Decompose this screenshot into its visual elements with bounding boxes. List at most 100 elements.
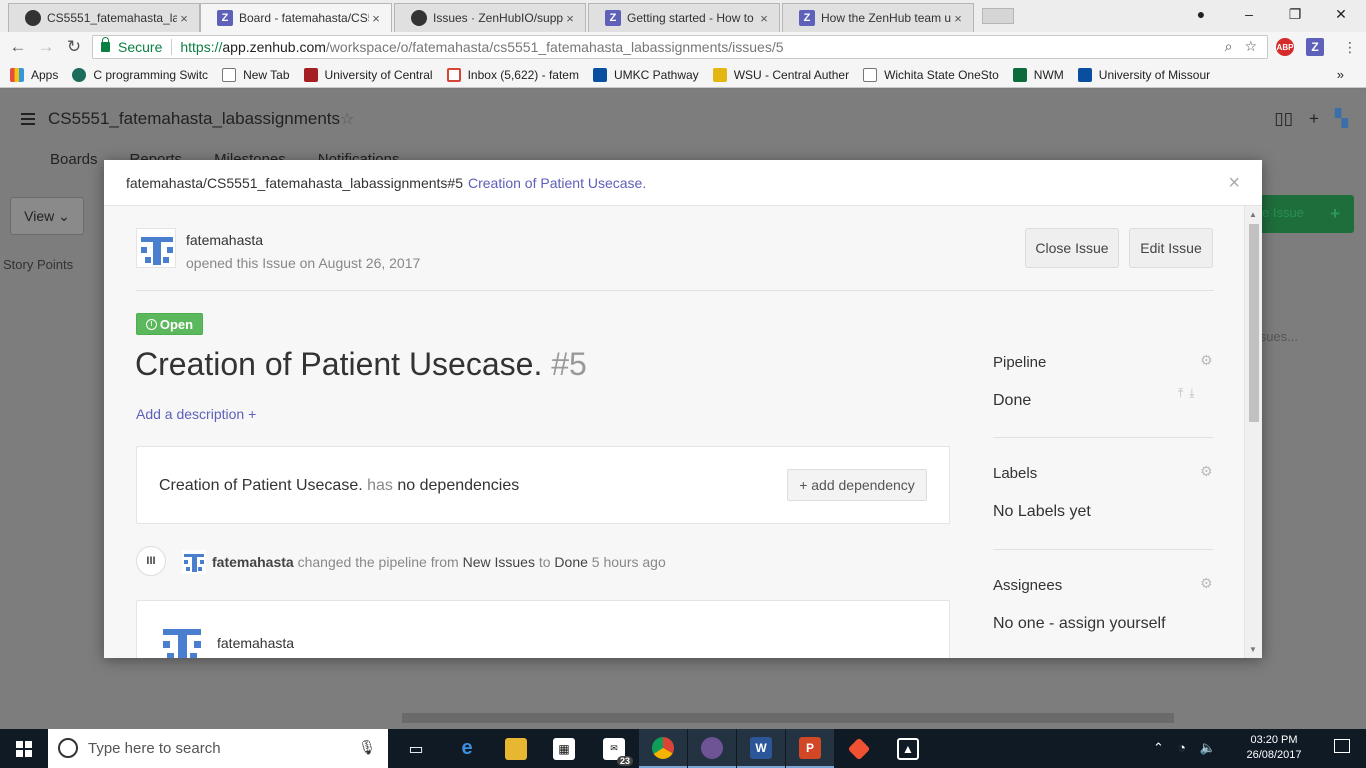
scroll-up-icon[interactable]: ▲ — [1249, 210, 1257, 219]
bookmark-nwm[interactable]: NWM — [1012, 67, 1064, 82]
gear-icon[interactable]: ⚙ — [1200, 463, 1213, 480]
address-bar[interactable]: Secure https://app.zenhub.com/workspace/… — [92, 35, 1268, 59]
zoom-icon[interactable]: ⌕ — [1225, 38, 1233, 55]
edge-browser-icon[interactable]: e — [443, 729, 491, 768]
star-icon[interactable]: ☆ — [340, 109, 354, 129]
action-center-icon[interactable] — [1334, 739, 1350, 753]
bookmark-new-tab[interactable]: New Tab — [222, 67, 290, 82]
store-icon[interactable]: ▦ — [540, 729, 588, 768]
github-desktop-icon[interactable] — [688, 729, 736, 768]
bookmark-wsu-onestop[interactable]: Wichita State OneSto — [863, 67, 999, 82]
bookmark-apps[interactable]: Apps — [10, 67, 58, 82]
windows-start-icon[interactable] — [16, 741, 32, 757]
close-icon[interactable]: × — [951, 11, 965, 26]
comment-author-avatar[interactable] — [159, 623, 205, 658]
bookmark-missouri[interactable]: University of Missour — [1077, 67, 1210, 82]
gear-icon[interactable]: ⚙ — [1200, 352, 1213, 369]
browser-tab-1[interactable]: CS5551_fatemahasta_lab × — [8, 3, 200, 32]
scroll-down-icon[interactable]: ▼ — [1249, 645, 1257, 654]
edit-issue-button[interactable]: Edit Issue — [1129, 228, 1213, 268]
close-issue-button[interactable]: Close Issue — [1025, 228, 1119, 268]
tab-boards[interactable]: Boards — [50, 151, 98, 168]
volume-icon[interactable]: 🔈 — [1200, 740, 1216, 756]
minimize-icon[interactable]: – — [1226, 0, 1272, 28]
system-clock[interactable]: 03:20 PM 26/08/2017 — [1234, 733, 1314, 763]
powerpoint-icon[interactable]: P — [786, 729, 834, 768]
user-avatar-icon[interactable]: ▚ — [1335, 109, 1348, 129]
plus-icon[interactable]: + — [1309, 109, 1319, 129]
dependencies-text: Creation of Patient Usecase. has no depe… — [159, 477, 519, 495]
close-icon[interactable]: × — [563, 11, 577, 26]
plus-icon: + — [1330, 204, 1340, 223]
mail-icon[interactable]: ✉ 23 — [590, 729, 638, 768]
pipeline-value[interactable]: Done — [993, 392, 1031, 410]
labels-label: Labels — [993, 465, 1038, 482]
add-dependency-button[interactable]: + add dependency — [787, 469, 927, 501]
lock-icon — [101, 37, 110, 52]
bookmark-label: Wichita State OneSto — [884, 67, 999, 82]
browser-tab-5[interactable]: Z How the ZenHub team u × — [782, 3, 974, 32]
close-icon[interactable]: × — [757, 11, 771, 26]
git-icon[interactable] — [835, 729, 883, 768]
bookmark-gmail[interactable]: Inbox (5,622) - fatem — [446, 67, 579, 82]
bookmarks-overflow-icon[interactable]: » — [1337, 67, 1344, 82]
comment-author[interactable]: fatemahasta — [217, 635, 294, 651]
issue-title-link[interactable]: Creation of Patient Usecase. — [468, 175, 646, 191]
browser-tab-3[interactable]: Issues · ZenHubIO/suppo × — [394, 3, 586, 32]
back-arrow-icon[interactable]: ← — [6, 36, 30, 58]
event-user[interactable]: fatemahasta — [212, 554, 294, 570]
bookmark-umkc[interactable]: UMKC Pathway — [592, 67, 699, 82]
assignees-value[interactable]: No one - assign yourself — [993, 615, 1166, 633]
chevron-up-icon[interactable]: ⌃ — [1153, 740, 1164, 756]
event-user-avatar[interactable] — [182, 550, 206, 574]
dependencies-panel: Creation of Patient Usecase. has no depe… — [136, 446, 950, 524]
close-icon[interactable]: × — [369, 11, 383, 26]
restore-icon[interactable]: ❐ — [1272, 0, 1318, 28]
issue-title-text: Creation of Patient Usecase. — [135, 346, 543, 382]
browser-toolbar: ← → ↻ Secure https://app.zenhub.com/work… — [0, 32, 1366, 62]
browser-tab-2[interactable]: Z Board - fatemahasta/CS5 × — [200, 3, 392, 32]
issue-breadcrumb[interactable]: fatemahasta/CS5551_fatemahasta_labassign… — [126, 175, 463, 191]
event-time: 5 hours ago — [591, 554, 666, 570]
bookmark-label: NWM — [1033, 67, 1064, 82]
menu-kebab-icon[interactable]: ⋮ — [1338, 36, 1362, 58]
forward-arrow-icon[interactable]: → — [34, 36, 58, 58]
browser-tab-4[interactable]: Z Getting started - How to × — [588, 3, 780, 32]
dependency-status: no dependencies — [397, 477, 520, 494]
adblock-extension-icon[interactable]: ABP — [1276, 38, 1294, 56]
bookmark-star-icon[interactable]: ☆ — [1244, 38, 1257, 55]
chrome-icon[interactable] — [639, 729, 687, 768]
move-top-bottom-icons[interactable]: ⤒⤓ — [1178, 386, 1201, 401]
scrollbar-thumb[interactable] — [1249, 224, 1259, 422]
gear-icon[interactable]: ⚙ — [1200, 575, 1213, 592]
add-description-link[interactable]: Add a description + — [136, 406, 256, 422]
hamburger-menu-icon[interactable] — [21, 113, 35, 115]
word-icon[interactable]: W — [737, 729, 785, 768]
pipeline-event-icon: III — [136, 546, 166, 576]
profile-icon[interactable]: ● — [1178, 0, 1224, 28]
bookmarks-bar: Apps C programming Switc New Tab Univers… — [0, 62, 1366, 88]
view-dropdown[interactable]: View ⌄ — [10, 197, 84, 235]
taskbar-search-box[interactable]: Type here to search 🎙 — [48, 729, 388, 768]
microphone-icon[interactable]: 🎙 — [358, 739, 376, 756]
book-icon[interactable]: ▯▯ — [1274, 109, 1293, 129]
bookmark-ucm[interactable]: University of Central — [303, 67, 433, 82]
horizontal-scrollbar[interactable] — [402, 713, 1174, 723]
close-icon[interactable]: × — [177, 11, 191, 26]
bookmark-c-programming[interactable]: C programming Switc — [72, 67, 208, 82]
modal-scrollbar[interactable]: ▲ ▼ — [1244, 206, 1262, 658]
issue-author[interactable]: fatemahasta — [186, 232, 263, 248]
reload-icon[interactable]: ↻ — [62, 36, 86, 58]
new-tab-button[interactable] — [982, 8, 1014, 24]
file-explorer-icon[interactable] — [492, 729, 540, 768]
zenhub-extension-icon[interactable]: Z — [1306, 38, 1324, 56]
network-icon[interactable]: ◔ — [1178, 740, 1186, 756]
modal-close-icon[interactable]: × — [1228, 172, 1240, 195]
modal-header: fatemahasta/CS5551_fatemahasta_labassign… — [104, 160, 1262, 206]
photos-icon[interactable]: ▲ — [884, 729, 932, 768]
task-view-icon[interactable]: ▭ — [392, 729, 440, 768]
author-avatar[interactable] — [136, 228, 176, 268]
new-issue-button[interactable]: e Issue + — [1258, 195, 1354, 233]
bookmark-wsu-auth[interactable]: WSU - Central Auther — [712, 67, 849, 82]
window-close-icon[interactable]: ✕ — [1318, 0, 1364, 28]
